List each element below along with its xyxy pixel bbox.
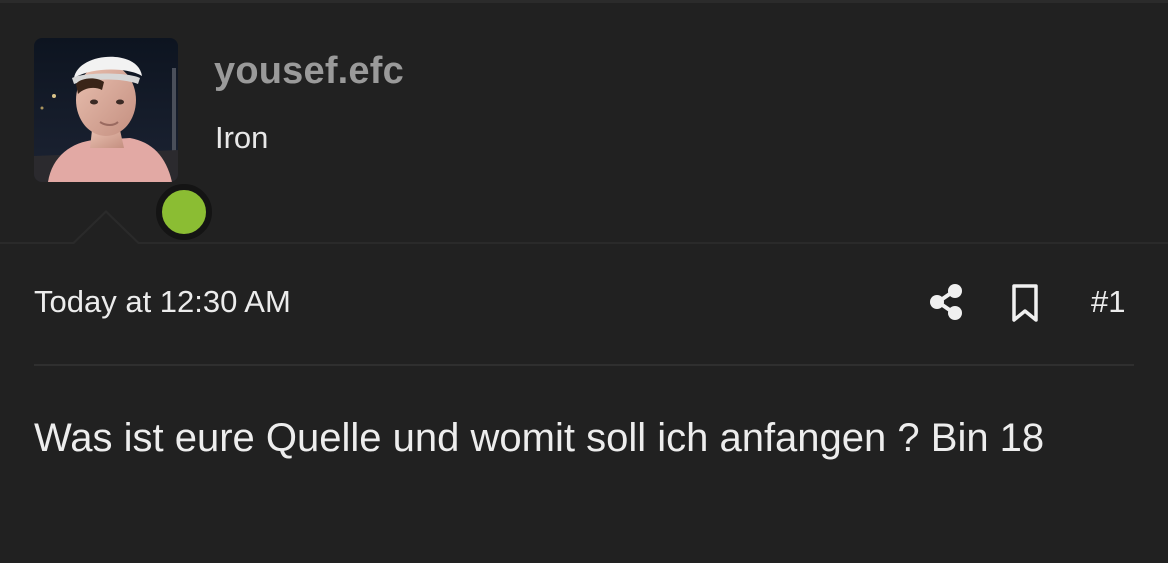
bookmark-icon[interactable] [1008, 283, 1042, 323]
speech-pointer-fill [74, 213, 138, 244]
post-meta: Today at 12:30 AM #1 [34, 282, 1134, 326]
avatar-image[interactable] [34, 38, 178, 182]
post-message: Was ist eure Quelle und womit soll ich a… [34, 416, 1045, 460]
username[interactable]: yousef.efc [214, 50, 404, 93]
share-icon[interactable] [926, 282, 966, 322]
online-status-indicator [156, 184, 212, 240]
header-divider [0, 242, 1168, 244]
meta-divider [34, 364, 1134, 366]
user-title: Iron [215, 120, 269, 155]
avatar[interactable] [34, 38, 212, 240]
forum-post: yousef.efc Iron Today at 12:30 AM #1 Was… [0, 0, 1168, 563]
post-number-link[interactable]: #1 [1091, 284, 1125, 320]
post-timestamp[interactable]: Today at 12:30 AM [34, 284, 291, 320]
